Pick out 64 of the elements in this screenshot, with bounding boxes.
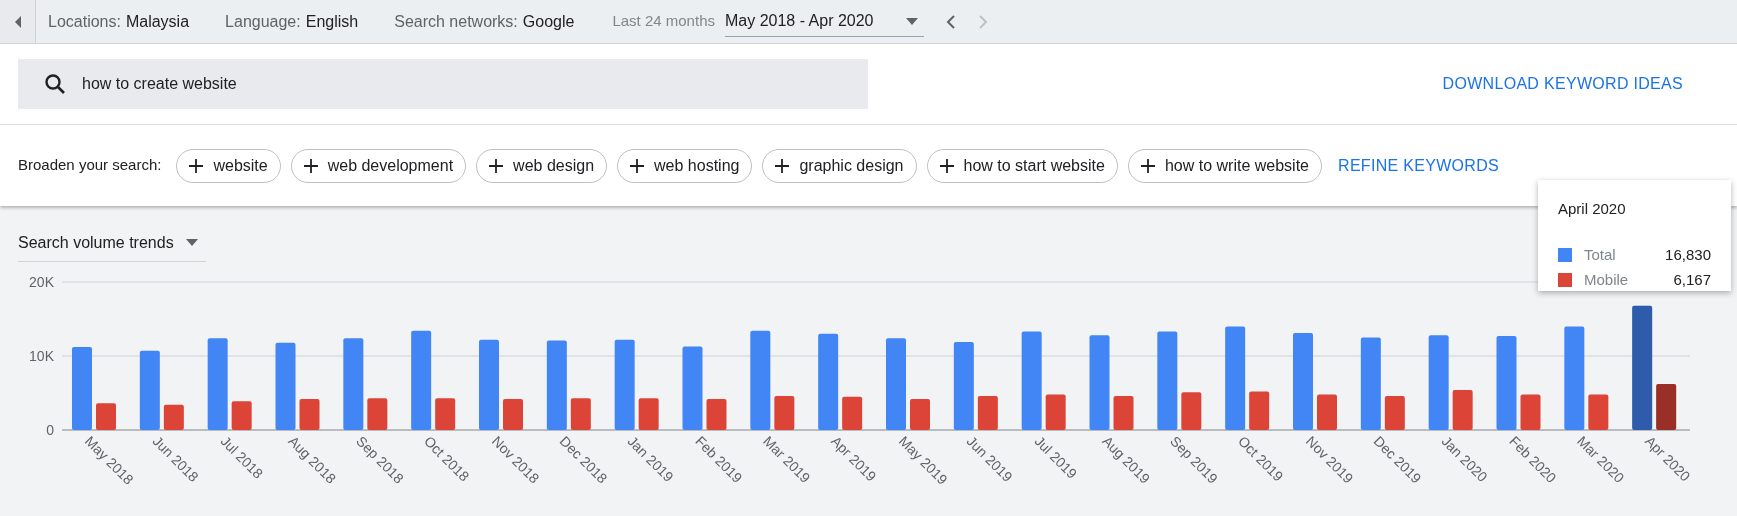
bar xyxy=(842,396,863,430)
bar xyxy=(774,395,795,430)
bar xyxy=(1317,394,1337,430)
keyword-chip[interactable]: web hosting xyxy=(617,148,753,183)
bar xyxy=(638,398,659,430)
bar xyxy=(1588,394,1609,430)
bar xyxy=(1113,395,1134,430)
legend-swatch xyxy=(1558,273,1572,287)
plus-icon xyxy=(775,158,790,173)
keyword-chip[interactable]: graphic design xyxy=(762,148,917,183)
bar xyxy=(367,398,388,430)
y-tick-label: 0 xyxy=(46,422,54,438)
bar xyxy=(1181,392,1202,430)
caret-icon xyxy=(905,17,918,25)
plus-icon xyxy=(630,158,645,173)
bar xyxy=(96,403,116,430)
plus-icon xyxy=(303,158,318,173)
plus-icon xyxy=(489,158,504,173)
caret-icon xyxy=(185,239,198,246)
trend-selector-dropdown[interactable]: Search volume trends xyxy=(18,224,206,262)
y-tick-label: 20K xyxy=(29,274,54,290)
back-button[interactable] xyxy=(0,0,36,43)
bar xyxy=(706,398,727,430)
bar xyxy=(163,404,184,430)
bar xyxy=(231,401,252,430)
broaden-label: Broaden your search: xyxy=(18,155,162,176)
plus-icon xyxy=(1140,158,1155,173)
bar xyxy=(570,398,591,430)
filter-label: Search networks: xyxy=(394,11,518,32)
series-value: 6,167 xyxy=(1673,269,1711,290)
bar xyxy=(503,398,523,430)
search-field[interactable]: how to create website xyxy=(18,59,868,109)
filter-label: Language: xyxy=(225,11,301,32)
bar xyxy=(1452,390,1473,430)
bar xyxy=(977,395,998,430)
download-link[interactable]: DOWNLOAD KEYWORD IDEAS xyxy=(1442,72,1683,96)
series-value: 16,830 xyxy=(1665,244,1711,265)
filter-value: Malaysia xyxy=(125,11,190,32)
series-name: Total xyxy=(1584,244,1616,265)
plus-icon xyxy=(939,158,954,173)
bar xyxy=(1520,394,1541,430)
filter-value: English xyxy=(305,11,359,32)
series-name: Mobile xyxy=(1584,269,1629,290)
filter-value: Google xyxy=(522,11,575,32)
bar xyxy=(299,398,320,430)
filter-label: Locations: xyxy=(48,11,121,32)
keyword-chip[interactable]: website xyxy=(176,148,281,183)
search-icon xyxy=(44,73,66,95)
bar xyxy=(1045,394,1066,430)
keyword-chip[interactable]: how to write website xyxy=(1127,148,1322,183)
bar xyxy=(435,398,456,430)
legend-swatch xyxy=(1558,248,1572,262)
date-range-dropdown[interactable]: May 2018 - Apr 2020 xyxy=(724,6,924,37)
keyword-chip[interactable]: how to start website xyxy=(926,148,1118,183)
tooltip-title: April 2020 xyxy=(1558,199,1627,219)
range-label: Last 24 months xyxy=(612,11,715,32)
refine-link[interactable]: REFINE KEYWORDS xyxy=(1338,153,1499,178)
bar xyxy=(910,398,930,430)
y-tick-label: 10K xyxy=(29,348,54,364)
keyword-chip[interactable]: web development xyxy=(290,148,467,183)
bar xyxy=(1384,395,1405,430)
plus-icon xyxy=(189,158,204,173)
bar xyxy=(1249,391,1270,430)
keyword-chip[interactable]: web design xyxy=(476,148,608,183)
